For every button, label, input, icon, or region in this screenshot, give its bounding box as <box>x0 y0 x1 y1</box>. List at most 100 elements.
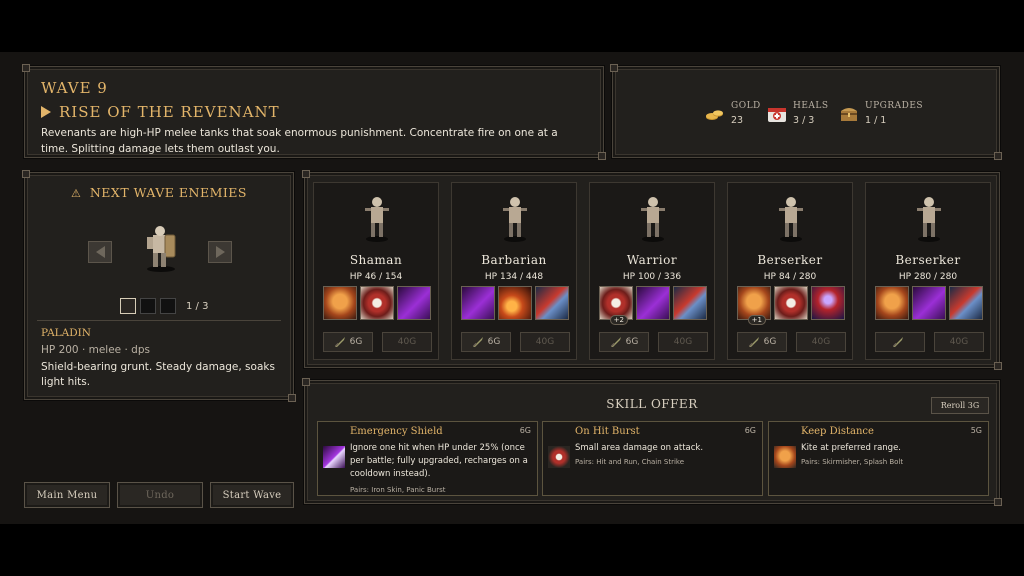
enemy-thumb-2[interactable] <box>140 298 156 314</box>
game-screen: WAVE 9 RISE OF THE REVENANT Revenants ar… <box>0 52 1024 524</box>
hero-sprite <box>917 197 941 242</box>
skill-title: Keep Distance <box>801 426 874 437</box>
hero-skills: +1 <box>737 286 845 325</box>
arrow-left-icon <box>95 246 105 258</box>
hero-name: Berserker <box>757 253 823 267</box>
upgrade-button[interactable]: 6G <box>323 332 373 352</box>
hero-sprite <box>641 197 665 242</box>
start-wave-button[interactable]: Start Wave <box>210 482 294 508</box>
reroll-button[interactable]: Reroll 3G <box>931 397 989 414</box>
prev-enemy-button[interactable] <box>88 241 112 263</box>
next-wave-title-text: NEXT WAVE ENEMIES <box>89 185 247 200</box>
burst-skill-icon[interactable] <box>360 286 394 320</box>
hero-sprite <box>365 197 389 242</box>
paladin-sprite <box>147 226 176 272</box>
hero-sprite <box>779 197 803 242</box>
hero-skills <box>323 286 431 320</box>
wave-header-panel: WAVE 9 RISE OF THE REVENANT Revenants ar… <box>22 64 606 160</box>
wave-description: Revenants are high-HP melee tanks that s… <box>41 127 558 155</box>
resource-gold: GOLD 23 <box>705 101 761 126</box>
upgrade-button[interactable]: 6G <box>737 332 787 352</box>
orange-skill-icon[interactable] <box>323 286 357 320</box>
buy-skill-button[interactable]: 40G <box>796 332 846 352</box>
skill-offer-card[interactable]: On Hit Burst 6G Small area damage on att… <box>542 421 763 496</box>
burst-skill-icon[interactable] <box>774 286 808 320</box>
wave-title: RISE OF THE REVENANT <box>41 103 280 121</box>
blade-skill-icon[interactable] <box>535 286 569 320</box>
blade-skill-icon[interactable] <box>673 286 707 320</box>
upgrade-cost: 6G <box>349 337 363 347</box>
hero-hp: HP 134 / 448 <box>484 272 544 282</box>
upgrade-button[interactable]: 6G <box>461 332 511 352</box>
play-icon <box>41 106 51 118</box>
upgrade-cost: 6G <box>625 337 639 347</box>
sword-icon <box>892 337 903 347</box>
main-menu-button[interactable]: Main Menu <box>24 482 110 508</box>
hero-card[interactable]: Barbarian HP 134 / 448 6G 40G <box>451 182 577 360</box>
skill-pairs: Pairs: Skirmisher, Splash Bolt <box>801 458 904 466</box>
hero-card[interactable]: Warrior HP 100 / 336 +2 6G 40G <box>589 182 715 360</box>
buy-skill-button[interactable]: 40G <box>658 332 708 352</box>
sword-icon <box>748 337 759 347</box>
purple-skill-icon[interactable] <box>912 286 946 320</box>
skill-offer-card[interactable]: Keep Distance 5G Kite at preferred range… <box>768 421 989 496</box>
hero-card[interactable]: Berserker HP 84 / 280 +1 6G 40G <box>727 182 853 360</box>
upgrade-cost: 6G <box>763 337 777 347</box>
hero-skills <box>875 286 983 320</box>
buy-skill-button[interactable]: 40G <box>382 332 432 352</box>
gold-value: 23 <box>731 115 744 126</box>
next-enemy-button[interactable] <box>208 241 232 263</box>
arrow-right-icon <box>215 246 225 258</box>
burst-icon <box>548 446 570 468</box>
next-wave-title: ⚠ NEXT WAVE ENEMIES <box>25 185 293 200</box>
hero-name: Warrior <box>626 253 678 267</box>
buy-skill-button[interactable]: 40G <box>520 332 570 352</box>
hero-skills <box>461 286 569 320</box>
wave-number: WAVE 9 <box>41 79 108 97</box>
skill-description: Ignore one hit when HP under 25% (once p… <box>350 443 528 479</box>
treasure-chest-icon <box>841 108 857 121</box>
hero-hp: HP 280 / 280 <box>898 272 958 282</box>
undo-button[interactable]: Undo <box>117 482 203 508</box>
hero-card[interactable]: Berserker HP 280 / 280 40G <box>865 182 991 360</box>
skill-offer-card[interactable]: Emergency Shield 6G Ignore one hit when … <box>317 421 538 496</box>
resource-upgrades: UPGRADES 1 / 1 <box>839 101 923 126</box>
enemy-paladin-thumb[interactable] <box>120 298 136 314</box>
blade-skill-icon[interactable] <box>949 286 983 320</box>
skill-cost: 5G <box>970 426 982 435</box>
hero-hp: HP 84 / 280 <box>763 272 817 282</box>
skill-cost: 6G <box>519 426 531 435</box>
gold-label: GOLD <box>731 101 761 111</box>
hero-card[interactable]: Shaman HP 46 / 154 6G 40G <box>313 182 439 360</box>
purple-skill-icon[interactable] <box>636 286 670 320</box>
purple-skill-icon[interactable] <box>461 286 495 320</box>
orange-slash-icon <box>774 446 796 468</box>
buy-cost: 40G <box>673 337 693 347</box>
sword-icon <box>334 337 345 347</box>
enemy-thumb-3[interactable] <box>160 298 176 314</box>
upgrade-button[interactable] <box>875 332 925 352</box>
skill-pairs: Pairs: Hit and Run, Chain Strike <box>575 458 685 466</box>
buy-cost: 40G <box>397 337 417 347</box>
skill-title: On Hit Burst <box>575 426 640 437</box>
mage-skill-icon[interactable] <box>811 286 845 320</box>
enemy-stats: HP 200 · melee · dps <box>41 344 150 356</box>
enemy-roster: 1 / 3 <box>120 298 208 314</box>
hero-sprite <box>503 197 527 242</box>
buy-cost: 40G <box>949 337 969 347</box>
hero-name: Barbarian <box>481 253 547 267</box>
orange-skill-icon[interactable]: +1 <box>737 286 771 325</box>
skill-description: Kite at preferred range. <box>801 443 901 453</box>
purple-skill-icon[interactable] <box>397 286 431 320</box>
warning-icon: ⚠ <box>71 187 82 200</box>
hero-name: Berserker <box>895 253 961 267</box>
upgrade-button[interactable]: 6G <box>599 332 649 352</box>
fire-skill-icon[interactable] <box>498 286 532 320</box>
divider <box>37 320 281 321</box>
enemy-name: PALADIN <box>41 327 91 339</box>
skill-description: Small area damage on attack. <box>575 443 704 453</box>
hero-hp: HP 46 / 154 <box>349 272 403 282</box>
burst-skill-icon[interactable]: +2 <box>599 286 633 325</box>
buy-skill-button[interactable]: 40G <box>934 332 984 352</box>
orange-skill-icon[interactable] <box>875 286 909 320</box>
